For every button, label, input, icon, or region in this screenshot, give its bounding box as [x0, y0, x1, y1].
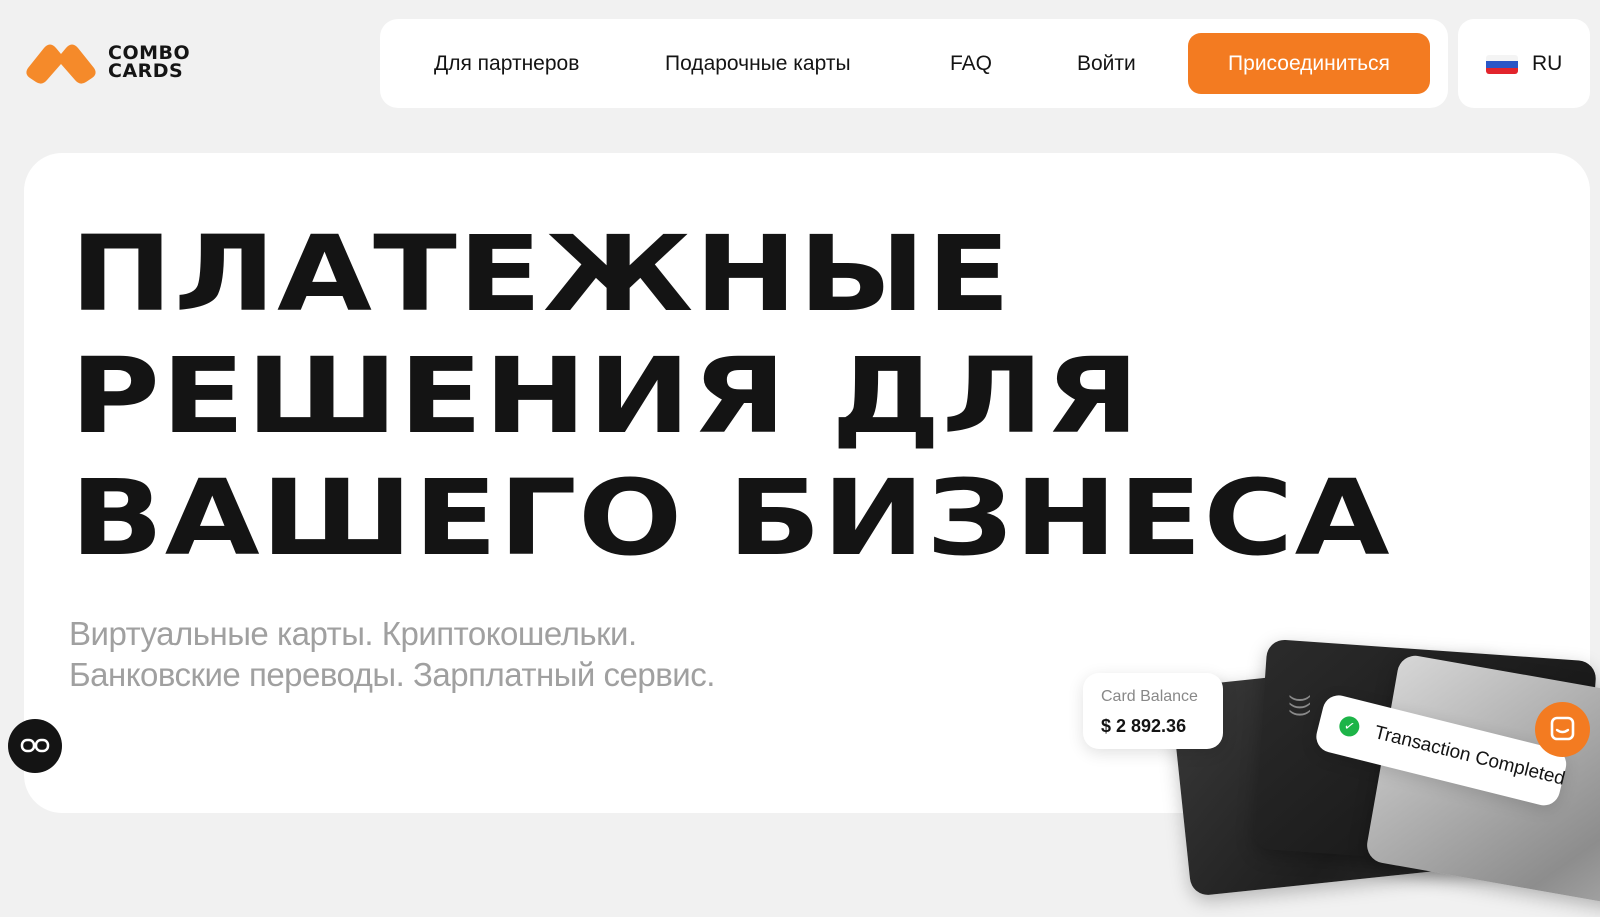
hero-subtitle-line: Виртуальные карты. Криптокошельки.: [69, 615, 637, 652]
card-balance-widget: Card Balance $ 2 892.36: [1083, 673, 1223, 749]
chat-button[interactable]: [1535, 702, 1590, 757]
hero-subtitle: Виртуальные карты. Криптокошельки. Банко…: [69, 613, 715, 695]
hero-subtitle-line: Банковские переводы. Зарплатный сервис.: [69, 656, 715, 693]
hero-title-line: ПЛАТЕЖНЫЕ: [70, 213, 1012, 335]
nav-link-faq[interactable]: FAQ: [950, 19, 992, 108]
accessibility-glasses-icon: [20, 738, 50, 753]
language-selector[interactable]: RU: [1458, 19, 1590, 108]
logo-wordmark: COMBO CARDS: [108, 42, 191, 82]
hero-title-line: ВАШЕГО БИЗНЕСА: [70, 457, 1391, 579]
language-code: RU: [1532, 52, 1563, 75]
card-balance-label: Card Balance: [1101, 688, 1198, 705]
contactless-icon: ))): [1288, 695, 1314, 717]
combo-cards-logo-icon: [26, 44, 96, 84]
hero-title: ПЛАТЕЖНЫЕ РЕШЕНИЯ ДЛЯ ВАШЕГО БИЗНЕСА: [70, 213, 1391, 579]
accessibility-button[interactable]: [8, 719, 62, 773]
logo[interactable]: COMBO CARDS: [22, 38, 190, 86]
main-nav: Для партнеров Подарочные карты FAQ Войти…: [380, 19, 1448, 108]
join-button[interactable]: Присоединиться: [1188, 33, 1430, 94]
nav-link-gift-cards[interactable]: Подарочные карты: [665, 19, 851, 108]
hero-title-line: РЕШЕНИЯ ДЛЯ: [70, 335, 1141, 457]
chat-icon: [1550, 716, 1575, 741]
nav-link-partners[interactable]: Для партнеров: [434, 19, 579, 108]
russia-flag-icon: [1486, 55, 1518, 74]
check-circle-icon: ✓: [1337, 714, 1362, 739]
card-balance-value: $ 2 892.36: [1101, 716, 1187, 736]
nav-link-login[interactable]: Войти: [1077, 19, 1136, 108]
